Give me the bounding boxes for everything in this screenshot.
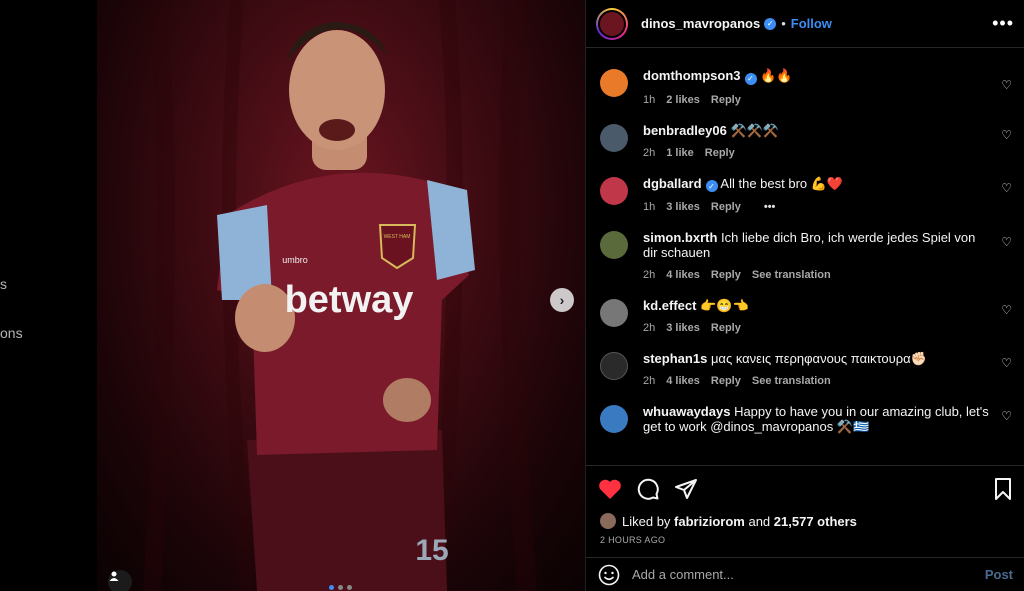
comment-text: ⚒️⚒️⚒️ [730, 122, 780, 138]
comment-username[interactable]: dgballard [643, 176, 702, 191]
comment-username[interactable]: kd.effect [643, 298, 696, 313]
comment: benbradley06 ⚒️⚒️⚒️ 2h 1 like Reply ♡ [586, 106, 1024, 159]
reply-button[interactable]: Reply [711, 201, 741, 213]
comment-input[interactable] [632, 567, 985, 582]
heart-icon[interactable] [598, 478, 622, 500]
next-image-button[interactable]: › [550, 288, 574, 312]
post-header: dinos_mavropanos ✓ • Follow ••• [586, 0, 1024, 48]
comment-heart-icon[interactable]: ♡ [1001, 235, 1012, 249]
comment-more-icon[interactable]: ••• [764, 201, 776, 213]
comment-likes[interactable]: 1 like [666, 147, 694, 159]
comment-text: 🔥🔥 [760, 68, 793, 83]
author-avatar[interactable] [596, 7, 628, 40]
comment-likes[interactable]: 4 likes [666, 375, 700, 387]
comment: stephan1s μας κανεις περηφανους παικτουρ… [586, 334, 1024, 387]
liker-username[interactable]: fabriziorom [674, 514, 745, 529]
comment: dgballard ✓ All the best bro 💪❤️ 1h 3 like… [586, 159, 1024, 213]
comment-avatar[interactable] [600, 352, 628, 380]
comment-heart-icon[interactable]: ♡ [1001, 181, 1012, 195]
comment-time[interactable]: 2h [643, 322, 655, 334]
likes-others-link[interactable]: 21,577 others [774, 514, 857, 529]
comment-text: 👉😁👈 [700, 298, 749, 313]
carousel-dot [329, 585, 334, 590]
post-actions-bar [586, 465, 1024, 511]
reply-button[interactable]: Reply [711, 375, 741, 387]
comment-avatar[interactable] [600, 405, 628, 433]
post-comment-button[interactable]: Post [985, 567, 1013, 582]
comment-text: μας κανεις περηφανους παικτουρα✊🏻 [710, 351, 927, 366]
liker-avatar[interactable] [600, 513, 616, 529]
comment-heart-icon[interactable]: ♡ [1001, 409, 1012, 423]
comment-likes[interactable]: 4 likes [666, 269, 700, 281]
svg-text:betway: betway [285, 279, 414, 321]
comment-text: All the best bro 💪❤️ [720, 175, 844, 191]
post-timestamp[interactable]: 2 HOURS AGO [600, 535, 665, 545]
sidebar: s ons [0, 0, 97, 591]
see-translation-button[interactable]: See translation [752, 269, 831, 281]
comment-time[interactable]: 1h [643, 94, 655, 106]
carousel-dot [347, 585, 352, 590]
bookmark-icon[interactable] [993, 477, 1013, 501]
comment: kd.effect 👉😁👈 2h 3 likes Reply ♡ [586, 281, 1024, 334]
reply-button[interactable]: Reply [711, 269, 741, 281]
reply-button[interactable]: Reply [705, 147, 735, 159]
separator: • [781, 16, 786, 31]
svg-text:umbro: umbro [282, 255, 308, 265]
reply-button[interactable]: Reply [711, 94, 741, 106]
comment-avatar[interactable] [600, 231, 628, 259]
add-comment-bar: Post [586, 557, 1024, 591]
comment-time[interactable]: 2h [643, 147, 655, 159]
comment-time[interactable]: 2h [643, 269, 655, 281]
comment-heart-icon[interactable]: ♡ [1001, 128, 1012, 142]
sidebar-item-label[interactable]: s [0, 276, 7, 292]
author-username[interactable]: dinos_mavropanos [641, 16, 760, 31]
carousel-dot [338, 585, 343, 590]
comment-username[interactable]: benbradley06 [643, 123, 727, 138]
comment-likes[interactable]: 3 likes [666, 322, 700, 334]
comment: whuawaydays Happy to have you in our ama… [586, 387, 1024, 434]
comments-list[interactable]: domthompson3 ✓ 🔥🔥 1h 2 likes Reply ♡ benbra… [586, 48, 1024, 466]
verified-icon: ✓ [764, 17, 777, 30]
comment: domthompson3 ✓ 🔥🔥 1h 2 likes Reply ♡ [586, 56, 1024, 106]
emoji-icon[interactable] [598, 564, 620, 586]
comment-username[interactable]: simon.bxrth [643, 230, 717, 245]
comment-username[interactable]: domthompson3 [643, 68, 741, 83]
user-tag-icon[interactable] [108, 570, 132, 591]
post-details-panel: dinos_mavropanos ✓ • Follow ••• domthomp… [585, 0, 1024, 591]
likes-summary: Liked by fabriziorom and 21,577 others [600, 513, 857, 529]
comment-username[interactable]: whuawaydays [643, 404, 730, 419]
carousel-indicator [329, 585, 352, 590]
follow-button[interactable]: Follow [791, 16, 832, 31]
comment-heart-icon[interactable]: ♡ [1001, 303, 1012, 317]
comment-time[interactable]: 1h [643, 201, 655, 213]
more-options-icon[interactable]: ••• [992, 13, 1014, 34]
post-image[interactable]: betway WEST HAM umbro 15 › [97, 0, 585, 591]
comment-heart-icon[interactable]: ♡ [1001, 78, 1012, 92]
verified-icon: ✓ [744, 72, 757, 85]
comment-likes[interactable]: 2 likes [666, 94, 700, 106]
share-icon[interactable] [674, 477, 698, 501]
likes-prefix: Liked by [622, 513, 671, 529]
likes-joiner: and [748, 513, 771, 529]
svg-text:WEST HAM: WEST HAM [384, 234, 411, 240]
verified-icon: ✓ [705, 180, 718, 192]
comment-icon[interactable] [636, 477, 660, 501]
svg-text:15: 15 [415, 534, 448, 567]
comment-username[interactable]: stephan1s [643, 351, 707, 366]
comment-avatar[interactable] [600, 176, 628, 205]
reply-button[interactable]: Reply [711, 322, 741, 334]
comment-heart-icon[interactable]: ♡ [1001, 356, 1012, 370]
comment-likes[interactable]: 3 likes [666, 201, 700, 213]
sidebar-item-label[interactable]: ons [0, 325, 23, 341]
comment-avatar[interactable] [600, 299, 628, 327]
comment: simon.bxrth Ich liebe dich Bro, ich werd… [586, 213, 1024, 281]
player-illustration: betway WEST HAM umbro 15 [143, 0, 537, 591]
see-translation-button[interactable]: See translation [752, 375, 831, 387]
comment-avatar[interactable] [600, 69, 628, 97]
comment-time[interactable]: 2h [643, 375, 655, 387]
comment-avatar[interactable] [600, 123, 628, 152]
